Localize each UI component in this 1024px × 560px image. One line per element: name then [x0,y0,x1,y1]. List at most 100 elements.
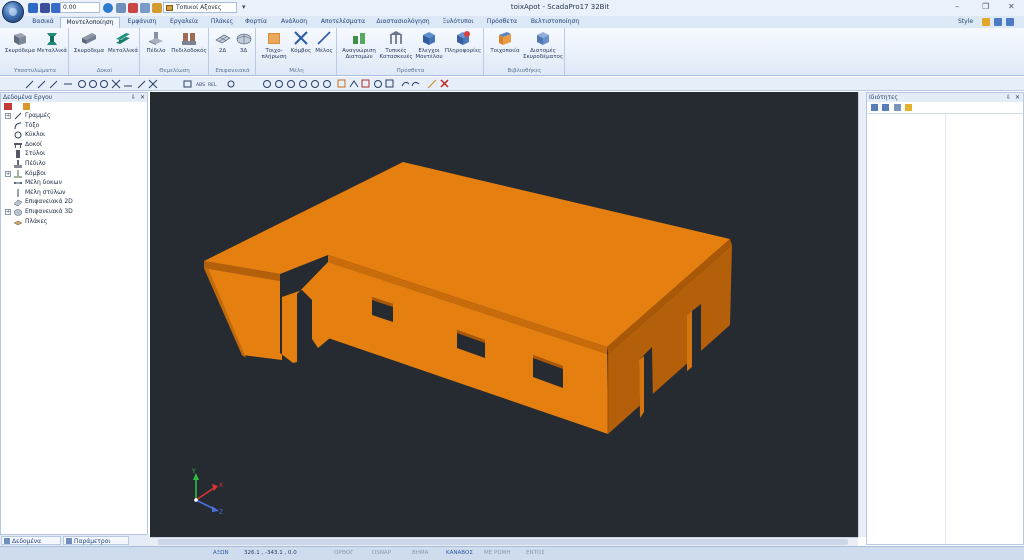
concrete-sections-icon [537,32,549,45]
model-checks-button[interactable]: Ελεγχοι Μοντέλου [414,30,444,60]
close-button[interactable]: ✕ [1008,2,1015,11]
toggle-osnap[interactable]: OSNAP [372,550,391,556]
sort-alpha-icon[interactable] [882,104,889,111]
member-button[interactable]: Μέλος [313,30,335,54]
tree-item-circles[interactable]: Κύκλοι [1,130,147,140]
tree-item-surfaces-3d[interactable]: + Επιφανειακά 3D [1,207,147,217]
viewport-horizontal-scrollbar[interactable] [150,537,858,546]
surface-3d-button[interactable]: 3Δ [233,30,254,54]
minimize-button[interactable]: – [955,2,959,11]
pin-icon[interactable]: ⇩ [1006,93,1011,102]
circle-tool-icon [78,80,86,88]
customize-qat-icon[interactable]: ▾ [242,3,246,11]
group-label-beams: Δοκοί [96,68,113,74]
tree-item-column-members[interactable]: Μέλη στύλων [1,188,147,198]
surface-2d-icon [14,200,22,207]
layers-icon[interactable] [140,3,150,13]
masonry-library-button[interactable]: Τοιχοποιία [487,30,523,54]
surface-2d-button[interactable]: 2Δ [212,30,233,54]
toggle-inside[interactable]: ΕΝΤΟΣ [526,550,545,556]
tab-project-parameters[interactable]: Παράμετροι Εργου [63,536,129,554]
tab-xylotypoi[interactable]: Ξυλότυποι [436,17,480,28]
panel-close-icon[interactable]: ✕ [1015,93,1020,102]
tab-diastasiologisi[interactable]: Διαστασιολόγηση [372,17,434,28]
model-viewport[interactable]: Y X Z [150,92,858,537]
section-recognition-button[interactable]: Αναγνώριση Διατομών [340,30,378,60]
tree-item-columns[interactable]: Στύλοι [1,149,147,159]
infill-wall-button[interactable]: Τοιχο-πλήρωση [259,30,289,60]
grid-icon[interactable] [116,3,126,13]
units-input[interactable]: 0.00 [60,2,100,13]
panel-close-icon[interactable]: ✕ [140,93,145,102]
tree-item-footing[interactable]: Πέδιλο [1,159,147,169]
tab-montelopoiisi[interactable]: Μοντελοποίηση [60,17,120,28]
table-icon[interactable] [128,3,138,13]
viewport-vertical-scrollbar[interactable] [858,92,866,537]
concrete-sections-library-button[interactable]: Διατομές Σκυροδέματος [523,30,563,60]
toggle-flow[interactable]: ΜΕ ΡΟΜΗ [484,550,511,556]
pin-icon[interactable]: ⇩ [131,93,136,102]
axis-mode-indicator[interactable]: ΑΞΩΝ [213,550,229,556]
tab-prostheta[interactable]: Πρόσθετα [482,17,522,28]
information-button[interactable]: Πληροφορίες [444,30,482,54]
steel-beam-button[interactable]: Μεταλλικά [106,30,140,54]
ribbon-group-additions: Αναγνώριση Διατομών Τυπικές Κατασκευές Ε… [338,28,484,75]
property-pages-icon[interactable] [894,104,901,111]
help-icon[interactable] [994,18,1002,26]
tree-item-slabs[interactable]: Πλάκες [1,217,147,227]
tab-apotelesmata[interactable]: Αποτελέσματα [316,17,370,28]
properties-grid[interactable] [867,113,1023,544]
window-title: toixApot - ScadaPro17 32Bit [510,3,610,11]
categorized-icon[interactable] [871,104,878,111]
save-icon[interactable] [40,3,50,13]
steel-column-button[interactable]: Μεταλλικά [36,30,68,54]
open-file-icon[interactable] [28,3,38,13]
axes-icon [166,5,173,11]
tab-emfanisi[interactable]: Εμφάνιση [122,17,162,28]
tab-project-data[interactable]: Δεδομένα Εργου [1,536,61,554]
style-menu[interactable]: Style [958,18,973,25]
tab-veltistopoiisi[interactable]: Βελτιστοποίηση [524,17,586,28]
maximize-button[interactable]: ❐ [982,2,989,11]
tab-analysi[interactable]: Ανάλυση [274,17,314,28]
tree-filter-icon[interactable] [4,103,12,110]
tab-vasika[interactable]: Βασικά [26,17,60,28]
eye-icon[interactable] [152,3,162,13]
events-icon[interactable] [905,104,912,111]
tab-plakes[interactable]: Πλάκες [206,17,238,28]
toggle-ortho[interactable]: ΟΡΘΟΓ [334,550,353,556]
footing-button[interactable]: Πέδιλο [143,30,169,54]
tree-item-surfaces-2d[interactable]: Επιφανειακά 2D [1,197,147,207]
tree-item-nodes[interactable]: + Κόμβοι [1,169,147,179]
axes-selector[interactable]: Τοπικοί Αξονες [163,2,237,13]
properties-panel: Ιδιότητες ⇩ ✕ [866,92,1024,545]
globe-icon[interactable] [103,3,113,13]
circle-3pt-tool-icon [89,80,97,88]
zoom-previous-icon [311,80,319,88]
toggle-step[interactable]: ΒΗΜΑ [412,550,428,556]
concrete-beam-button[interactable]: Σκυρόδεμα [72,30,106,54]
node-icon [14,169,22,178]
node-button[interactable]: Κόμβος [289,30,313,54]
tree-item-arc[interactable]: Τόξο [1,121,147,131]
zoom-extents-icon [299,80,307,88]
typical-structures-button[interactable]: Τυπικές Κατασκευές [378,30,414,60]
app-menu-orb-icon[interactable] [2,1,24,23]
concrete-column-button[interactable]: Σκυρόδεμα [4,30,36,54]
toggle-grid[interactable]: ΚΑΝΑΒΟΣ [446,550,473,556]
scrollbar-thumb[interactable] [158,539,848,545]
tree-refresh-icon[interactable] [23,103,30,110]
strip-footing-button[interactable]: Πεδιλοδοκός [169,30,209,54]
lock-icon[interactable] [982,18,990,26]
tab-ergaleia[interactable]: Εργαλεία [164,17,204,28]
expand-icon[interactable]: + [5,208,11,215]
expand-icon[interactable]: + [5,113,11,119]
tree-item-lines[interactable]: + Γραμμές [1,111,147,121]
info-icon[interactable] [1006,18,1014,26]
expand-icon[interactable]: + [5,170,11,177]
tree-item-beam-members[interactable]: Μέλη δοκων [1,178,147,188]
tab-fortia[interactable]: Φορτία [240,17,272,28]
ribbon-panel: Σκυρόδεμα Μεταλλικά Υποστυλώματα Σκυρόδε… [0,28,1024,76]
axis-triad: Y X Z [191,468,223,516]
tree-item-beams[interactable]: Δοκοί [1,140,147,150]
